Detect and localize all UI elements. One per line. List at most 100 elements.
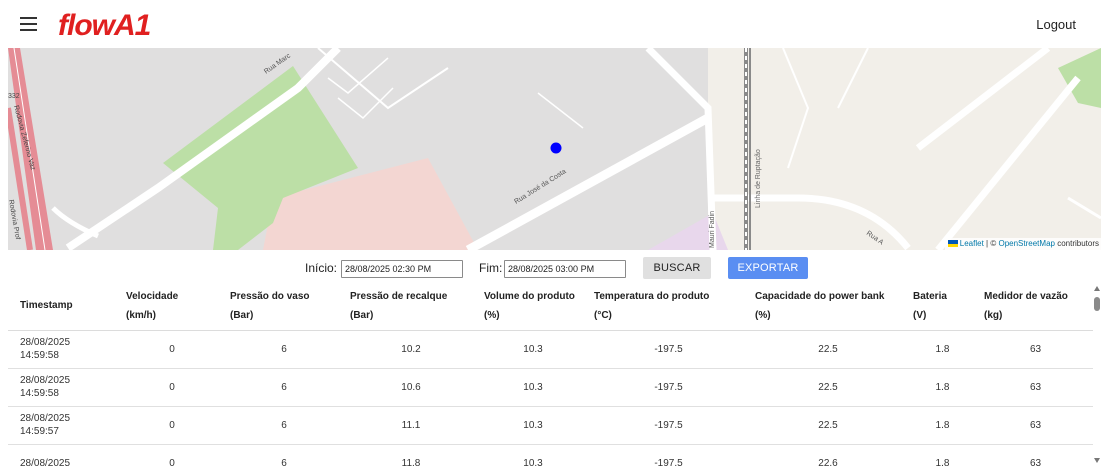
table-cell: 1.8 — [907, 406, 978, 445]
table-cell: -197.5 — [588, 368, 749, 407]
location-marker[interactable] — [550, 142, 562, 154]
column-header-unit: (°C) — [594, 309, 612, 321]
table-cell: 22.5 — [749, 330, 907, 369]
map[interactable]: Rua Marc Rua José da Costa Rodovia Zefer… — [8, 48, 1101, 250]
table-cell: 22.6 — [749, 444, 907, 466]
end-label: Fim: — [479, 261, 503, 275]
column-header-label: Timestamp — [20, 300, 73, 312]
scroll-thumb[interactable] — [1094, 297, 1100, 311]
timestamp-cell: 28/08/2025 14:59:57 — [8, 406, 120, 445]
table-cell: 0 — [120, 406, 224, 445]
ukraine-flag-icon — [947, 240, 958, 247]
table-cell: 11.1 — [344, 406, 478, 445]
table-cell: 6 — [224, 406, 344, 445]
column-header-label: Capacidade do power bank — [755, 290, 885, 302]
street-label: Mauri Fadin — [709, 211, 716, 248]
search-button[interactable]: BUSCAR — [643, 257, 711, 279]
table-cell: 6 — [224, 330, 344, 369]
scroll-up-icon[interactable] — [1094, 286, 1100, 291]
column-header-timestamp: Timestamp — [8, 282, 120, 331]
osm-link[interactable]: OpenStreetMap — [998, 239, 1054, 248]
telemetry-table-container[interactable]: Timestamp Velocidade (km/h) Pressão do vaso… — [8, 282, 1093, 466]
map-attribution: Leaflet | © OpenStreetMap contributors — [944, 238, 1101, 250]
table-row: 28/08/2025 14:59:58 0 6 10.6 10.3 -197.5 22.5 1.… — [8, 368, 1093, 407]
timestamp-cell: 28/08/2025 14:59:58 — [8, 330, 120, 369]
column-header: Bateria (V) — [907, 282, 978, 331]
export-button[interactable]: EXPORTAR — [728, 257, 808, 279]
table-cell: 1.8 — [907, 444, 978, 466]
table-cell: 6 — [224, 444, 344, 466]
table-cell: 10.3 — [478, 406, 588, 445]
column-header: Velocidade (km/h) — [120, 282, 224, 331]
timestamp-time: 14:59:58 — [20, 350, 59, 361]
leaflet-link[interactable]: Leaflet — [960, 239, 984, 248]
timestamp-date: 28/08/2025 — [20, 375, 71, 386]
street-label: Linha de Ruptação — [755, 149, 762, 208]
start-datetime-input[interactable] — [341, 260, 463, 278]
column-header-unit: (kg) — [984, 309, 1003, 321]
table-row: 28/08/2025 14:59:57 0 6 11.1 10.3 -197.5 22.5 1.… — [8, 406, 1093, 445]
table-row: 28/08/2025 0 6 11.8 10.3 -197.5 22.6 1.8 63 — [8, 444, 1093, 466]
table-cell: -197.5 — [588, 330, 749, 369]
attribution-contributors: contributors — [1057, 239, 1099, 248]
column-header: Capacidade do power bank (%) — [749, 282, 907, 331]
filter-bar: Início: Fim: BUSCAR EXPORTAR — [0, 256, 1101, 282]
timestamp-cell: 28/08/2025 14:59:58 — [8, 368, 120, 407]
hamburger-icon[interactable] — [20, 17, 37, 31]
table-scrollbar[interactable] — [1093, 282, 1101, 466]
table-cell: -197.5 — [588, 406, 749, 445]
column-header-label: Medidor de vazão — [984, 290, 1068, 302]
column-header-unit: (%) — [484, 309, 500, 321]
timestamp-time: 14:59:58 — [20, 388, 59, 399]
table-cell: 0 — [120, 444, 224, 466]
table-cell: 10.2 — [344, 330, 478, 369]
table-cell: 6 — [224, 368, 344, 407]
table-header-row: Timestamp Velocidade (km/h) Pressão do vaso… — [8, 282, 1093, 331]
table-cell: 63 — [978, 406, 1093, 445]
column-header: Pressão de recalque (Bar) — [344, 282, 478, 331]
top-bar: flowA1 Logout — [0, 0, 1101, 48]
timestamp-time: 14:59:57 — [20, 426, 59, 437]
start-label: Início: — [305, 261, 338, 275]
table-cell: 10.6 — [344, 368, 478, 407]
timestamp-date: 28/08/2025 — [20, 457, 71, 466]
route-number: 332 — [8, 93, 20, 100]
logout-link[interactable]: Logout — [1036, 17, 1076, 32]
column-header-label: Pressão do vaso — [230, 290, 310, 302]
end-datetime-input[interactable] — [504, 260, 626, 278]
table-cell: 0 — [120, 330, 224, 369]
column-header-label: Velocidade — [126, 290, 179, 302]
column-header-unit: (km/h) — [126, 309, 156, 321]
logo: flowA1 — [58, 9, 152, 41]
timestamp-date: 28/08/2025 — [20, 337, 71, 348]
table-cell: 11.8 — [344, 444, 478, 466]
table-cell: 10.3 — [478, 330, 588, 369]
column-header: Pressão do vaso (Bar) — [224, 282, 344, 331]
table-row: 28/08/2025 14:59:58 0 6 10.2 10.3 -197.5 22.5 1.… — [8, 330, 1093, 369]
table-cell: 1.8 — [907, 330, 978, 369]
column-header-unit: (Bar) — [230, 309, 254, 321]
table-cell: 22.5 — [749, 406, 907, 445]
column-header: Temperatura do produto (°C) — [588, 282, 749, 331]
table-cell: 63 — [978, 444, 1093, 466]
table-cell: 10.3 — [478, 444, 588, 466]
svg-text:flowA1: flowA1 — [58, 9, 151, 41]
scroll-down-icon[interactable] — [1094, 458, 1100, 463]
column-header: Medidor de vazão (kg) — [978, 282, 1093, 331]
table-cell: 0 — [120, 368, 224, 407]
table-cell: 22.5 — [749, 368, 907, 407]
telemetry-table: Timestamp Velocidade (km/h) Pressão do vaso… — [8, 282, 1093, 466]
column-header-label: Pressão de recalque — [350, 290, 448, 302]
table-cell: 10.3 — [478, 368, 588, 407]
table-cell: 1.8 — [907, 368, 978, 407]
table-cell: 63 — [978, 330, 1093, 369]
column-header-unit: (Bar) — [350, 309, 374, 321]
column-header-unit: (V) — [913, 309, 927, 321]
column-header-unit: (%) — [755, 309, 771, 321]
column-header-label: Volume do produto — [484, 290, 575, 302]
map-tiles: Rua Marc Rua José da Costa Rodovia Zefer… — [8, 48, 1101, 250]
column-header-label: Temperatura do produto — [594, 290, 710, 302]
attribution-separator: | © — [986, 239, 997, 248]
timestamp-cell: 28/08/2025 — [8, 444, 120, 466]
timestamp-date: 28/08/2025 — [20, 413, 71, 424]
